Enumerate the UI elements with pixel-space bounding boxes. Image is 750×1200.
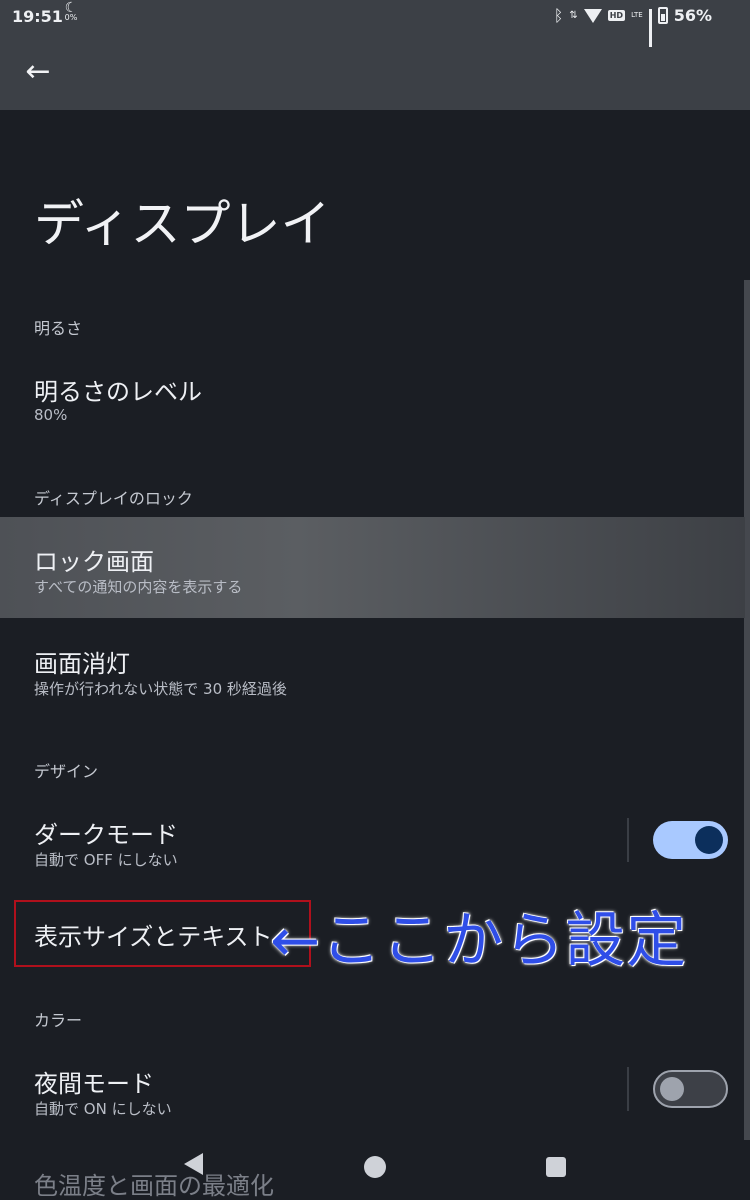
back-arrow-icon[interactable]: ← [20, 54, 56, 90]
annotation-highlight-box [14, 900, 311, 967]
data-saver-icon: ☾ 0% [64, 0, 78, 22]
night-mode-subtitle: 自動で ON にしない [34, 1100, 172, 1118]
section-header-design: デザイン [34, 762, 99, 781]
lock-screen-item[interactable]: ロック画面 すべての通知の内容を表示する [0, 530, 750, 610]
nav-home-icon[interactable] [364, 1156, 386, 1178]
navigation-bar [0, 1140, 750, 1200]
toggle-knob [660, 1077, 684, 1101]
lock-screen-subtitle: すべての通知の内容を表示する [34, 578, 243, 596]
section-header-brightness: 明るさ [34, 319, 83, 338]
battery-percent: 56% [673, 6, 712, 25]
divider [627, 1067, 629, 1111]
download-percent: 0% [64, 13, 78, 22]
data-arrows-icon: ⇅ [569, 10, 578, 21]
section-header-lock: ディスプレイのロック [34, 489, 193, 508]
status-icons: ᛒ ⇅ HD LTE 56% [553, 6, 712, 47]
signal-icon [648, 8, 652, 47]
status-time: 19:51 [12, 7, 63, 26]
annotation-text: ←ここから設定 [270, 906, 688, 976]
lock-screen-title: ロック画面 [34, 548, 154, 576]
toggle-knob [695, 826, 723, 854]
hd-icon: HD [607, 10, 626, 21]
night-mode-item[interactable]: 夜間モード 自動で ON にしない [0, 1052, 750, 1132]
night-mode-title: 夜間モード [34, 1070, 154, 1098]
screen-timeout-item[interactable]: 画面消灯 操作が行われない状態で 30 秒経過後 [0, 632, 750, 712]
nav-back-icon[interactable] [184, 1153, 203, 1175]
wifi-icon [583, 8, 602, 23]
night-mode-toggle[interactable] [653, 1070, 728, 1108]
screen-timeout-subtitle: 操作が行われない状態で 30 秒経過後 [34, 680, 287, 698]
brightness-level-title: 明るさのレベル [34, 378, 202, 406]
lte-icon: LTE [631, 11, 643, 19]
bluetooth-icon: ᛒ [553, 6, 564, 25]
dark-mode-subtitle: 自動で OFF にしない [34, 851, 178, 869]
brightness-level-value: 80% [34, 406, 68, 424]
brightness-level-item[interactable]: 明るさのレベル 80% [0, 360, 750, 440]
section-header-color: カラー [34, 1011, 83, 1030]
dark-mode-toggle[interactable] [653, 821, 728, 859]
dark-mode-title: ダークモード [34, 821, 178, 849]
status-bar: 19:51 ☾ 0% ᛒ ⇅ HD LTE 56% [0, 0, 750, 47]
screen-timeout-title: 画面消灯 [34, 650, 130, 678]
dark-mode-item[interactable]: ダークモード 自動で OFF にしない [0, 803, 750, 883]
battery-icon [657, 7, 668, 24]
divider [627, 818, 629, 862]
nav-recents-icon[interactable] [546, 1157, 566, 1177]
page-title: ディスプレイ [34, 195, 331, 253]
